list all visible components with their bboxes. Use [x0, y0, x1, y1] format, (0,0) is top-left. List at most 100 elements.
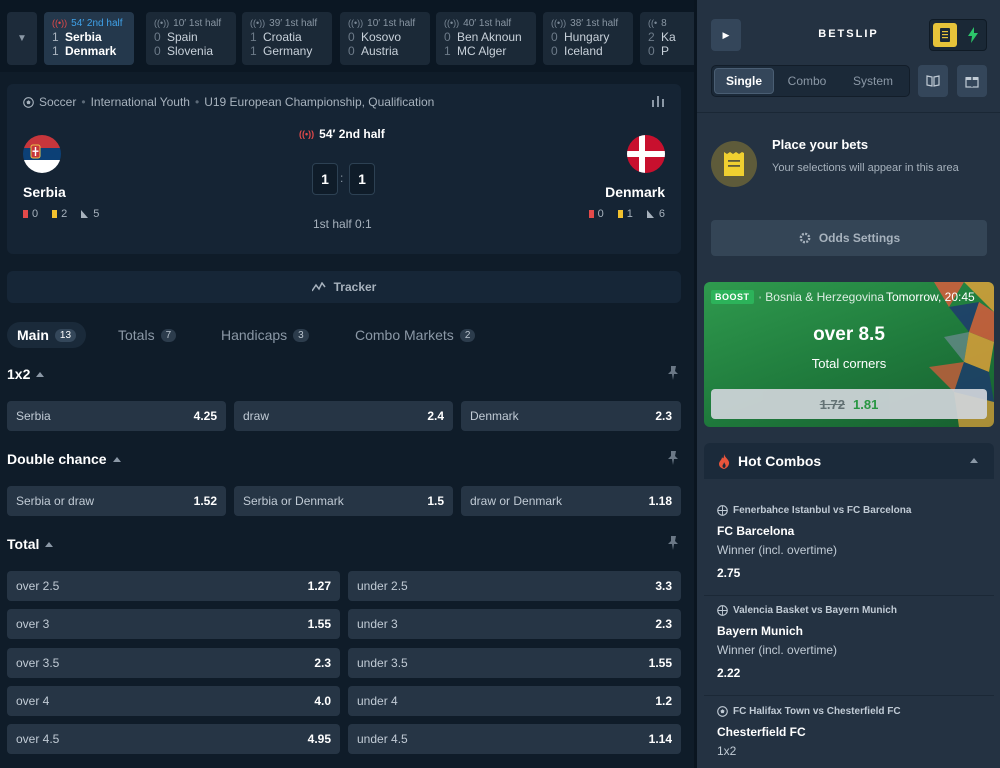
divider: [704, 695, 994, 696]
tab-main[interactable]: Main 13: [7, 322, 87, 348]
empty-betslip-subtitle: Your selections will appear in this area: [772, 162, 959, 174]
boost-selection: over 8.5: [813, 324, 885, 345]
odds-label: under 3.5: [357, 656, 408, 670]
live-signal-icon: ((•)): [348, 18, 364, 28]
collapse-caret-icon: [36, 371, 45, 377]
odds-value: 3.3: [655, 579, 672, 593]
odds-button[interactable]: over 3.5 2.3: [7, 648, 340, 678]
boost-offer-card[interactable]: BOOST Bosnia & Herzegovina Tomorrow, 20:…: [704, 282, 994, 427]
live-event-card[interactable]: ((• 8 2 Ka 0P: [640, 12, 694, 65]
breadcrumb: Soccer • International Youth • U19 Europ…: [23, 95, 434, 109]
odds-label: over 3: [16, 617, 50, 631]
strip-expand-button[interactable]: ▼: [7, 12, 37, 65]
tab-handicaps[interactable]: Handicaps 3: [211, 322, 319, 348]
hot-combos-title: Hot Combos: [738, 453, 822, 469]
betslip-ticket-icon[interactable]: [933, 23, 957, 47]
yellow-card-icon: [52, 210, 58, 218]
boost-odds-button[interactable]: 1.72 1.81: [711, 389, 987, 419]
hot-combo-item[interactable]: FC Halifax Town vs Chesterfield FC Chest…: [704, 704, 994, 759]
bet-type-system[interactable]: System: [840, 68, 906, 94]
odds-value: 1.27: [307, 579, 331, 593]
away-team-stats: 0 1 6: [588, 208, 665, 220]
market-title-total[interactable]: Total: [7, 536, 54, 552]
bet-type-combo[interactable]: Combo: [776, 68, 838, 94]
live-event-card[interactable]: ((•)) 39′ 1st half 1 Croatia 1 Germany: [242, 12, 332, 65]
book-icon[interactable]: [918, 65, 948, 97]
odds-button[interactable]: Denmark 2.3: [461, 401, 681, 431]
breadcrumb-tournament[interactable]: U19 European Championship, Qualification: [204, 95, 434, 109]
live-event-time: 8: [661, 17, 667, 29]
odds-button[interactable]: Serbia or Denmark 1.5: [234, 486, 453, 516]
odds-button[interactable]: Serbia 4.25: [7, 401, 226, 431]
odds-button[interactable]: Serbia or draw 1.52: [7, 486, 226, 516]
odds-button[interactable]: under 4 1.2: [348, 686, 681, 716]
pin-icon[interactable]: [667, 451, 679, 465]
tab-count: 3: [293, 328, 309, 342]
tab-combo-markets[interactable]: Combo Markets 2: [345, 322, 485, 348]
odds-button[interactable]: over 2.5 1.27: [7, 571, 340, 601]
tab-count: 13: [54, 328, 77, 342]
hot-combos-list: Fenerbahce Istanbul vs FC Barcelona FC B…: [704, 479, 994, 768]
statistics-icon[interactable]: [651, 95, 665, 107]
betslip-mode-toggle[interactable]: [929, 19, 987, 51]
live-event-time: 40′ 1st half: [463, 17, 512, 29]
lightning-icon[interactable]: [963, 23, 983, 47]
live-event-card[interactable]: ((•)) 10′ 1st half 0 Kosovo 0 Austria: [340, 12, 430, 65]
live-event-time: 39′ 1st half: [269, 17, 318, 29]
live-event-time: 38′ 1st half: [570, 17, 619, 29]
pin-icon[interactable]: [667, 366, 679, 380]
live-signal-icon: ((•)): [154, 18, 170, 28]
gift-icon[interactable]: [957, 65, 987, 97]
breadcrumb-sport[interactable]: Soccer: [39, 95, 76, 109]
market-title-double-chance[interactable]: Double chance: [7, 451, 121, 467]
odds-button[interactable]: over 4.5 4.95: [7, 724, 340, 754]
hot-combo-item[interactable]: Valencia Basket vs Bayern Munich Bayern …: [704, 603, 994, 681]
odds-button[interactable]: under 2.5 3.3: [348, 571, 681, 601]
live-signal-icon: ((•)): [250, 18, 266, 28]
live-events-strip: ▼ ((•)) 54′ 2nd half 1 Serbia 1 Denmark ((•…: [0, 0, 694, 72]
live-signal-icon: ((•)): [551, 18, 567, 28]
live-signal-icon: ((•)): [52, 18, 68, 28]
boost-badge: BOOST: [711, 290, 754, 304]
tracker-button[interactable]: Tracker: [7, 271, 681, 303]
odds-label: under 4: [357, 694, 398, 708]
bet-type-switch: Single Combo System: [711, 65, 910, 97]
live-event-card[interactable]: ((•)) 40′ 1st half 0 Ben Aknoun 1 MC Alger: [436, 12, 536, 65]
boost-market: Total corners: [811, 356, 887, 371]
live-event-card[interactable]: ((•)) 38′ 1st half 0 Hungary 0 Iceland: [543, 12, 633, 65]
tab-label: Handicaps: [221, 327, 288, 343]
tab-label: Main: [17, 327, 49, 343]
score-separator: :: [340, 171, 344, 185]
odds-button[interactable]: over 4 4.0: [7, 686, 340, 716]
hot-combos-header[interactable]: Hot Combos: [704, 443, 994, 479]
breadcrumb-category[interactable]: International Youth: [91, 95, 190, 109]
odds-value: 2.4: [427, 409, 444, 423]
combo-teams: Valencia Basket vs Bayern Munich: [733, 604, 897, 616]
odds-button[interactable]: draw or Denmark 1.18: [461, 486, 681, 516]
odds-button[interactable]: under 3 2.3: [348, 609, 681, 639]
boost-new-odds: 1.81: [853, 396, 879, 412]
odds-button[interactable]: draw 2.4: [234, 401, 453, 431]
live-event-card[interactable]: ((•)) 54′ 2nd half 1 Serbia 1 Denmark: [44, 12, 134, 65]
pin-icon[interactable]: [667, 536, 679, 550]
odds-settings-button[interactable]: Odds Settings: [711, 220, 987, 256]
red-card-icon: [23, 210, 28, 218]
bet-type-single[interactable]: Single: [714, 68, 774, 94]
collapse-caret-icon: [970, 458, 978, 463]
odds-button[interactable]: under 3.5 1.55: [348, 648, 681, 678]
market-title-1x2[interactable]: 1x2: [7, 366, 45, 382]
live-event-card[interactable]: ((•)) 10′ 1st half 0 Spain 0 Slovenia: [146, 12, 236, 65]
red-card-icon: [588, 210, 594, 218]
odds-button[interactable]: under 4.5 1.14: [348, 724, 681, 754]
boost-league-name: Bosnia & Herzegovina: [765, 290, 884, 304]
odds-button[interactable]: over 3 1.55: [7, 609, 340, 639]
tab-totals[interactable]: Totals 7: [108, 322, 186, 348]
tab-label: Totals: [118, 327, 155, 343]
live-event-score: 0: [154, 30, 161, 44]
odds-value: 1.2: [655, 694, 672, 708]
odds-value: 1.55: [307, 617, 331, 631]
boost-league: Bosnia & Herzegovina: [759, 290, 884, 304]
empty-betslip: Place your bets Your selections will app…: [697, 112, 1000, 212]
hot-combo-item[interactable]: Fenerbahce Istanbul vs FC Barcelona FC B…: [704, 503, 994, 581]
odds-label: Denmark: [470, 409, 519, 423]
